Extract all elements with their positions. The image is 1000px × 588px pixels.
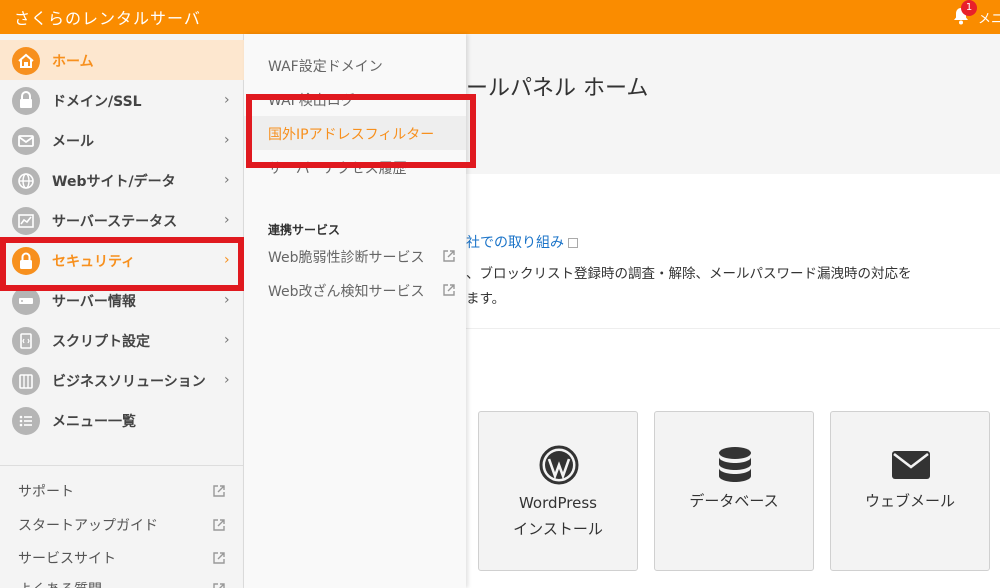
tile-wordpress-line1: WordPress [518,494,598,512]
sidebar-item-mail[interactable]: メール › [0,120,244,160]
business-icon [12,367,40,395]
sidebar-link-startup-guide[interactable]: スタートアップガイド [18,515,158,535]
external-link-icon [213,583,225,588]
sidebar-item-label: ホーム [52,54,94,70]
chevron-right-icon: › [224,292,230,308]
tile-webmail[interactable]: ウェブメール [830,411,990,571]
external-link-icon [213,485,225,497]
brand-title[interactable]: さくらのレンタルサーバ [14,5,201,29]
highlight-box-security [0,237,244,291]
sidebar-item-label: ビジネスソリューション [52,374,206,390]
script-icon [12,327,40,355]
page-title: ールパネル ホーム [466,76,649,101]
sidebar-item-domain[interactable]: ドメイン/SSL › [0,80,244,120]
highlight-box-ip-filter [246,94,476,168]
tile-wordpress[interactable]: WordPress インストール [478,411,638,571]
external-link-icon [213,519,225,531]
sidebar-link-support[interactable]: サポート [18,481,74,501]
sidebar-link-faq[interactable]: よくある質問 [18,579,102,588]
submenu-item-label: WAF設定ドメイン [268,59,383,75]
chevron-right-icon: › [224,132,230,148]
sidebar-item-label: スクリプト設定 [52,334,150,350]
submenu-item-label: Web脆弱性診断サービス [268,250,425,266]
tile-database-label: データベース [689,492,779,510]
chevron-right-icon: › [224,92,230,108]
title-bar: ールパネル ホーム [466,34,1000,174]
sidebar-link-service-site[interactable]: サービスサイト [18,548,116,568]
chevron-right-icon: › [224,172,230,188]
database-icon [719,447,751,482]
envelope-icon [892,451,930,479]
external-link-icon [443,250,455,262]
list-icon [12,407,40,435]
sidebar-item-label: サーバーステータス [52,214,178,230]
sidebar-item-business[interactable]: ビジネスソリューション › [0,360,244,400]
sidebar-item-website[interactable]: Webサイト/データ › [0,160,244,200]
chart-icon [12,207,40,235]
info-text-line1: 、ブロックリスト登録時の調査・解除、メールパスワード漏洩時の対応を [466,266,912,282]
submenu-item-tamper-detect[interactable]: Web改ざん検知サービス [244,273,466,307]
external-link-icon [568,238,578,248]
external-link-icon [213,552,225,564]
submenu-item-label: Web改ざん検知サービス [268,284,425,300]
notification-badge: 1 [961,0,977,16]
submenu-heading-partners: 連携サービス [268,223,341,237]
sidebar-item-script[interactable]: スクリプト設定 › [0,320,244,360]
top-header: さくらのレンタルサーバ 1 メニュー [0,0,1000,34]
sidebar-item-label: メニュー一覧 [52,414,136,430]
sidebar-divider [0,465,244,466]
chevron-right-icon: › [224,332,230,348]
submenu-item-vuln-scan[interactable]: Web脆弱性診断サービス [244,239,466,273]
external-link-icon [443,284,455,296]
sidebar-item-label: ドメイン/SSL [52,94,142,110]
menu-button[interactable]: メニュー [978,8,1000,27]
sidebar-item-server-status[interactable]: サーバーステータス › [0,200,244,240]
domain-icon [12,87,40,115]
mail-icon [12,127,40,155]
info-link[interactable]: 社での取り組み [466,232,578,252]
sidebar-item-home[interactable]: ホーム [0,40,244,80]
globe-icon [12,167,40,195]
chevron-right-icon: › [224,372,230,388]
info-text-line2: ます。 [466,291,506,307]
chevron-right-icon: › [224,212,230,228]
submenu-item-waf-domain[interactable]: WAF設定ドメイン [244,48,466,82]
tile-database[interactable]: データベース [654,411,814,571]
tile-webmail-label: ウェブメール [864,492,955,510]
sidebar-item-label: サーバー情報 [52,294,136,310]
tile-wordpress-line2: インストール [513,520,603,538]
sidebar-item-label: メール [52,134,94,150]
sidebar: ホーム ドメイン/SSL › メール › Webサイト/データ › サーバーステ… [0,34,244,588]
info-link-text: 社での取り組み [466,235,564,251]
server-icon [12,287,40,315]
main-content: ールパネル ホーム 社での取り組み 、ブロックリスト登録時の調査・解除、メールパ… [466,34,1000,588]
home-icon [12,47,40,75]
wordpress-icon [539,445,579,485]
sidebar-item-label: Webサイト/データ [52,174,176,190]
sidebar-item-menu-list[interactable]: メニュー一覧 [0,400,244,440]
